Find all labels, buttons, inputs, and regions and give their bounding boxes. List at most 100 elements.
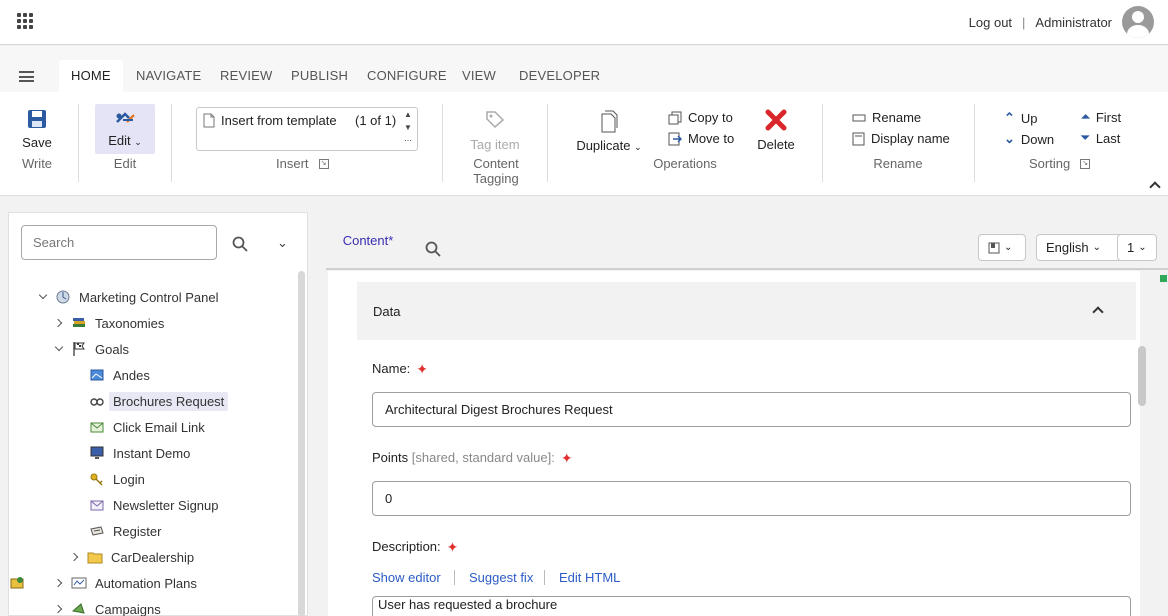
expand-icon[interactable] bbox=[51, 341, 67, 357]
campaigns-icon bbox=[71, 601, 87, 616]
group-write-label: Write bbox=[21, 156, 53, 171]
version-value: 1 bbox=[1127, 240, 1135, 255]
tree-item-click-email-link[interactable]: Click Email Link bbox=[89, 416, 209, 438]
tab-developer[interactable]: DEVELOPER bbox=[519, 60, 600, 92]
up-button[interactable]: ⌃ Up bbox=[1004, 110, 1038, 126]
group-sorting-label: Sorting ↘ bbox=[1029, 156, 1091, 171]
ai-sparkle-icon[interactable]: ✦ bbox=[416, 362, 428, 376]
version-select[interactable]: 1 ⌄ bbox=[1117, 234, 1157, 261]
tree-item-label: Campaigns bbox=[95, 601, 161, 616]
dialog-launcher-icon[interactable]: ↘ bbox=[318, 158, 329, 169]
editor-panel: Content* ⌄ English ⌄ 1 ⌄ Data Name: ✦ Ar… bbox=[326, 212, 1168, 616]
collapse-ribbon-icon[interactable] bbox=[1149, 181, 1161, 193]
section-title: Data bbox=[373, 304, 401, 319]
points-field-label: Points [shared, standard value]: ✦ bbox=[372, 450, 573, 465]
tab-divider bbox=[326, 268, 1168, 270]
edit-html-link[interactable]: Edit HTML bbox=[559, 570, 620, 585]
search-input[interactable] bbox=[21, 225, 217, 260]
suggest-fix-link[interactable]: Suggest fix bbox=[469, 570, 533, 585]
avatar[interactable] bbox=[1122, 6, 1154, 38]
edit-label: Edit bbox=[108, 133, 131, 148]
rename-button[interactable]: Rename bbox=[852, 110, 921, 125]
more-icon[interactable]: ⋯ bbox=[399, 134, 417, 147]
insert-template-item[interactable]: Insert from template bbox=[203, 113, 337, 128]
user-name[interactable]: Administrator bbox=[1035, 15, 1112, 30]
expand-icon[interactable] bbox=[67, 549, 83, 565]
dialog-launcher-icon[interactable]: ↘ bbox=[1080, 158, 1091, 169]
tree-scrollbar[interactable] bbox=[298, 271, 305, 616]
search-icon[interactable] bbox=[425, 241, 441, 257]
tree-item-cardealership[interactable]: CarDealership bbox=[67, 546, 198, 568]
collapse-icon[interactable] bbox=[1092, 306, 1104, 318]
tab-content[interactable]: Content* bbox=[326, 212, 410, 270]
down-button[interactable]: ⌄ Down bbox=[1004, 131, 1054, 147]
view-options-select[interactable]: ⌄ bbox=[978, 234, 1026, 261]
tree-item-campaigns[interactable]: Campaigns bbox=[51, 598, 165, 616]
tag-item-button[interactable]: Tag item bbox=[466, 110, 524, 152]
workbox-icon[interactable] bbox=[10, 576, 24, 590]
search-icon[interactable] bbox=[232, 236, 248, 252]
move-to-button[interactable]: Move to bbox=[668, 131, 734, 146]
ribbon-divider bbox=[442, 104, 443, 182]
gallery-scroll[interactable]: ▲ ▼ ⋯ bbox=[399, 108, 417, 150]
save-button[interactable]: Save bbox=[18, 108, 56, 150]
points-input[interactable]: 0 bbox=[372, 481, 1131, 516]
duplicate-button[interactable]: Duplicate ⌄ bbox=[574, 110, 644, 153]
ai-sparkle-icon[interactable]: ✦ bbox=[561, 451, 573, 465]
expand-icon[interactable] bbox=[35, 289, 51, 305]
expand-icon[interactable] bbox=[51, 315, 67, 331]
tree-item-newsletter-signup[interactable]: Newsletter Signup bbox=[89, 494, 223, 516]
tree-item-marketing-control-panel[interactable]: Marketing Control Panel bbox=[35, 286, 222, 308]
tag-icon bbox=[486, 111, 505, 129]
delete-button[interactable]: Delete bbox=[754, 108, 798, 152]
insert-gallery[interactable]: Insert from template (1 of 1) ▲ ▼ ⋯ bbox=[196, 107, 418, 151]
register-icon bbox=[89, 523, 105, 539]
tree-item-andes[interactable]: Andes bbox=[89, 364, 154, 386]
app-launcher-icon[interactable] bbox=[17, 13, 33, 29]
chevron-up-icon[interactable]: ▲ bbox=[399, 108, 417, 121]
tree-item-taxonomies[interactable]: Taxonomies bbox=[51, 312, 168, 334]
tree-item-goals[interactable]: Goals bbox=[51, 338, 133, 360]
section-data-header[interactable]: Data bbox=[357, 282, 1136, 340]
expand-icon[interactable] bbox=[51, 575, 67, 591]
brochure-icon bbox=[89, 367, 105, 383]
tab-view[interactable]: VIEW bbox=[462, 60, 496, 92]
tree-item-automation-plans[interactable]: Automation Plans bbox=[51, 572, 201, 594]
expand-icon[interactable] bbox=[51, 601, 67, 616]
tab-review[interactable]: REVIEW bbox=[220, 60, 272, 92]
flag-icon bbox=[71, 341, 87, 357]
chevron-down-icon[interactable]: ⌄ bbox=[277, 235, 288, 251]
ai-sparkle-icon[interactable]: ✦ bbox=[447, 540, 459, 554]
description-editor[interactable]: User has requested a brochure bbox=[372, 596, 1131, 616]
tab-home[interactable]: HOME bbox=[59, 60, 123, 92]
link-divider bbox=[544, 570, 545, 585]
tree-item-login[interactable]: Login bbox=[89, 468, 149, 490]
chevron-up-icon: ⌃ bbox=[1004, 110, 1015, 125]
name-input[interactable]: Architectural Digest Brochures Request bbox=[372, 392, 1131, 427]
content-tree-panel: ⌄ Marketing Control Panel Taxonomies Goa… bbox=[8, 212, 308, 616]
group-insert-label: Insert ↘ bbox=[276, 156, 329, 171]
tab-navigate[interactable]: NAVIGATE bbox=[136, 60, 201, 92]
chevron-down-icon[interactable]: ▼ bbox=[399, 121, 417, 134]
copy-to-button[interactable]: Copy to bbox=[668, 110, 733, 125]
tree-item-label: Login bbox=[113, 471, 145, 487]
menu-icon[interactable] bbox=[19, 71, 34, 82]
display-name-button[interactable]: Display name bbox=[852, 131, 950, 146]
tab-publish[interactable]: PUBLISH bbox=[291, 60, 348, 92]
edit-button[interactable]: Edit ⌄ bbox=[95, 108, 155, 148]
show-editor-link[interactable]: Show editor bbox=[372, 570, 441, 585]
points-label-row: Points [shared, standard value]: bbox=[372, 450, 555, 465]
language-select[interactable]: English ⌄ bbox=[1036, 234, 1126, 261]
tree-item-register[interactable]: Register bbox=[89, 520, 165, 542]
tree-item-instant-demo[interactable]: Instant Demo bbox=[89, 442, 194, 464]
first-button[interactable]: ⏶ First bbox=[1081, 110, 1121, 125]
logout-link[interactable]: Log out bbox=[969, 15, 1012, 30]
tree-item-brochures-request[interactable]: Brochures Request bbox=[89, 390, 229, 412]
name-field-label: Name: ✦ bbox=[372, 361, 428, 376]
tree-item-label: Register bbox=[113, 523, 162, 539]
tab-configure[interactable]: CONFIGURE bbox=[367, 60, 447, 92]
editor-scrollbar[interactable] bbox=[1138, 346, 1146, 406]
last-button[interactable]: ⏷ Last bbox=[1081, 131, 1120, 146]
description-label: Description: bbox=[372, 539, 441, 554]
points-hint: [shared, standard value]: bbox=[411, 450, 555, 465]
